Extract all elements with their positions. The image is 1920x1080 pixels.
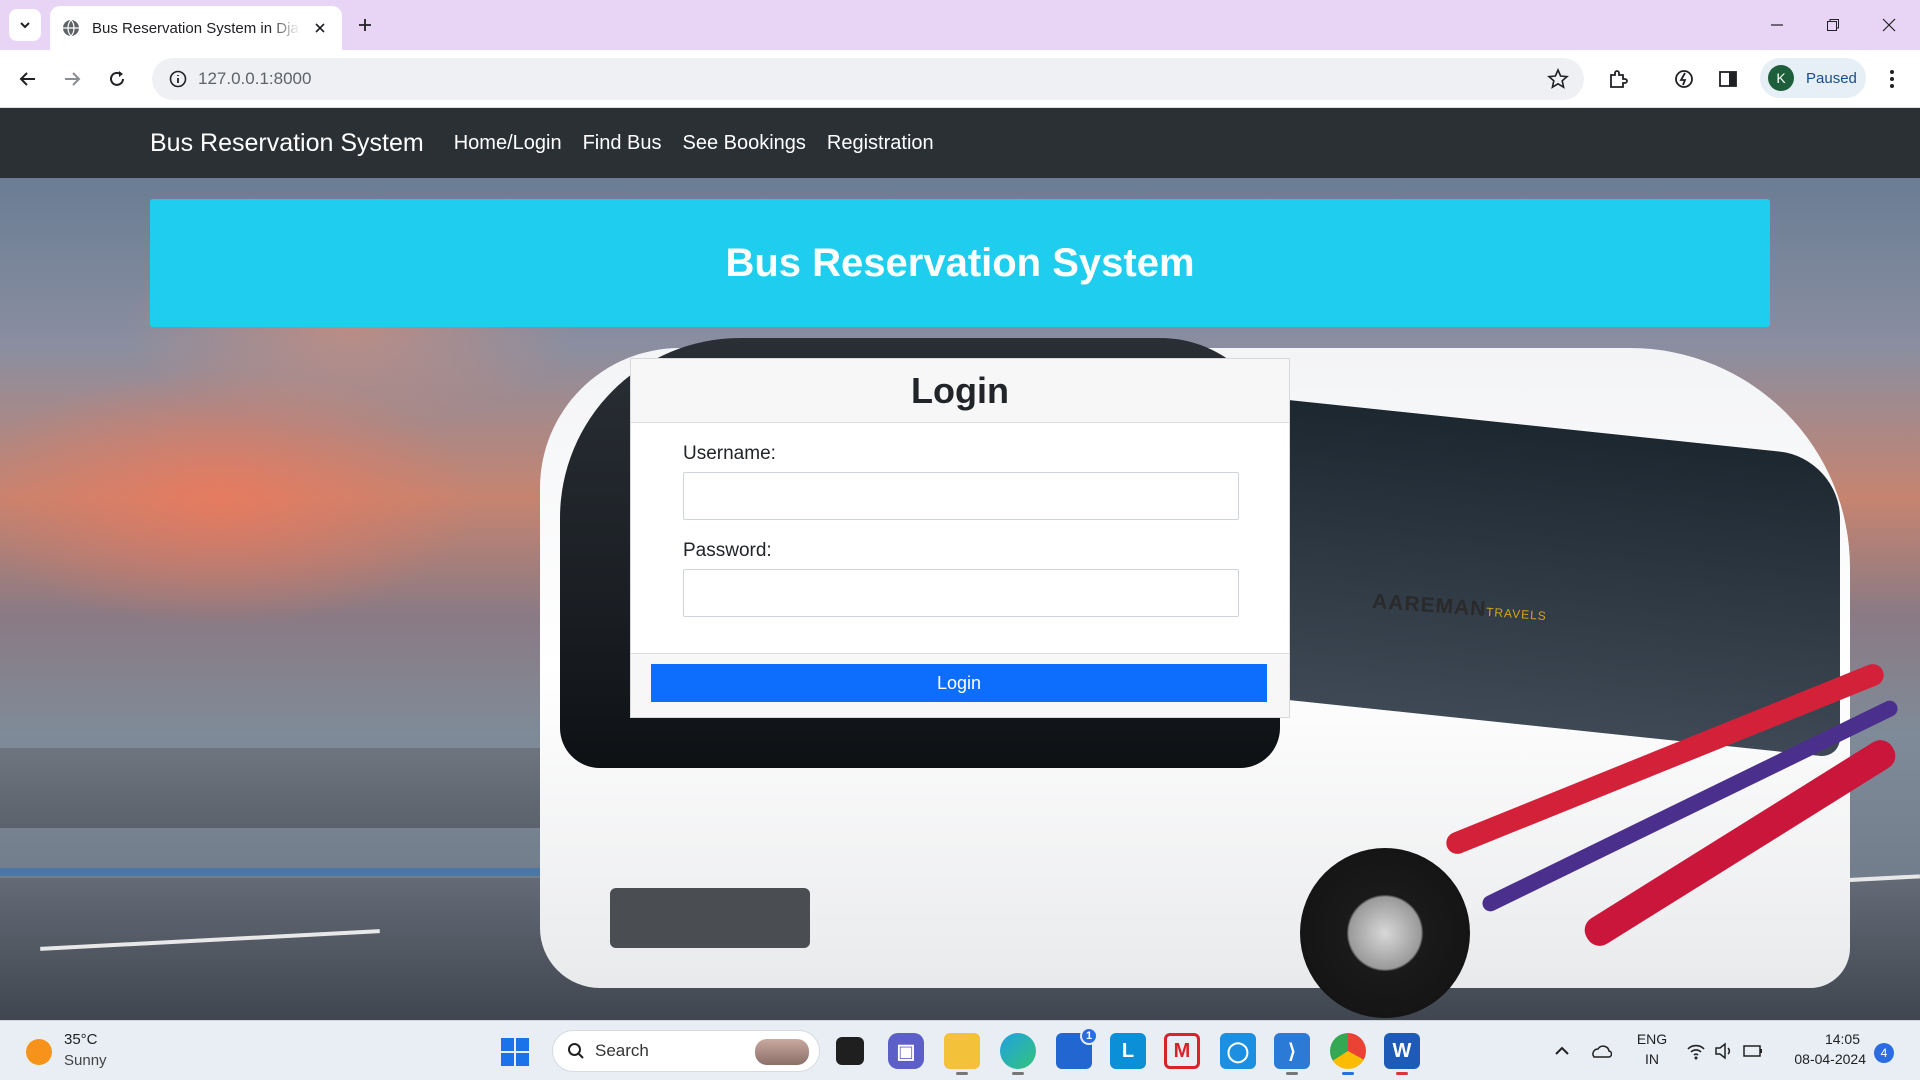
file-explorer-icon[interactable]	[944, 1033, 980, 1075]
teams-icon[interactable]: ▣	[888, 1033, 924, 1069]
performance-button[interactable]	[1668, 63, 1700, 95]
close-tab-button[interactable]	[310, 18, 330, 38]
site-info-icon[interactable]	[158, 59, 198, 99]
bus-wheel	[1300, 848, 1470, 1018]
edge-icon[interactable]	[1000, 1033, 1036, 1075]
reload-button[interactable]	[101, 63, 133, 95]
close-icon	[315, 23, 325, 33]
language-region[interactable]: IN	[1634, 1051, 1670, 1067]
restore-icon	[1827, 19, 1839, 31]
vscode-icon[interactable]: ⟩	[1274, 1033, 1310, 1075]
hero-title: Bus Reservation System	[725, 240, 1195, 285]
password-label: Password:	[683, 540, 772, 561]
close-icon	[1882, 18, 1896, 32]
back-button[interactable]	[12, 63, 44, 95]
browser-menu-button[interactable]	[1876, 63, 1908, 95]
arrow-left-icon	[19, 72, 35, 86]
mcafee-icon[interactable]: M	[1164, 1033, 1200, 1069]
tab-search-button[interactable]	[9, 9, 41, 41]
profile-status: Paused	[1806, 69, 1857, 87]
minimize-icon	[1771, 24, 1783, 26]
bookmark-star-icon[interactable]	[1546, 67, 1570, 91]
site-navbar: Bus Reservation System Home/Login Find B…	[0, 108, 1920, 178]
onedrive-icon[interactable]	[1590, 1041, 1612, 1061]
nav-link-see-bookings[interactable]: See Bookings	[683, 132, 806, 155]
tab-title: Bus Reservation System in Djan	[92, 19, 300, 37]
microsoft-store-icon[interactable]: 1	[1056, 1027, 1098, 1069]
nav-link-home-login[interactable]: Home/Login	[454, 132, 562, 155]
browser-tab[interactable]: Bus Reservation System in Djan	[50, 6, 342, 50]
search-highlight-image	[755, 1039, 809, 1065]
restore-button[interactable]	[1818, 10, 1848, 40]
login-card-footer: Login	[631, 653, 1289, 717]
windows-start-icon[interactable]	[500, 1037, 530, 1067]
browser-tab-strip: Bus Reservation System in Djan	[0, 0, 1920, 50]
volume-icon[interactable]	[1714, 1042, 1734, 1060]
windows-taskbar: 35°C Sunny Search ▣ 1 L M ◯ ⟩ W ENG IN 1…	[0, 1020, 1920, 1080]
guard-rail	[0, 868, 560, 876]
running-indicator	[956, 1072, 968, 1075]
globe-icon	[63, 19, 79, 37]
sun-icon[interactable]	[26, 1039, 52, 1065]
username-input[interactable]	[683, 472, 1239, 520]
bus-windows	[1270, 398, 1840, 758]
weather-description[interactable]: Sunny	[64, 1052, 107, 1069]
running-indicator	[1396, 1072, 1408, 1075]
profile-button[interactable]: K Paused	[1760, 58, 1866, 98]
city-skyline	[0, 748, 560, 828]
clock-time[interactable]: 14:05	[1780, 1031, 1860, 1047]
taskbar-search[interactable]: Search	[552, 1030, 820, 1072]
navbar-brand[interactable]: Bus Reservation System	[150, 129, 424, 158]
plus-icon	[359, 19, 371, 31]
running-indicator	[1012, 1072, 1024, 1075]
puzzle-icon	[1610, 70, 1628, 88]
arrow-right-icon	[65, 72, 81, 86]
forward-button[interactable]	[56, 63, 88, 95]
search-placeholder: Search	[595, 1041, 649, 1060]
page-viewport: AAREMANTRAVELS Bus Reservation System Ho…	[0, 108, 1920, 1020]
bus-logo-suffix: TRAVELS	[1485, 604, 1548, 624]
chrome-icon[interactable]	[1330, 1033, 1366, 1075]
running-indicator	[1286, 1072, 1298, 1075]
side-panel-button[interactable]	[1712, 63, 1744, 95]
login-button[interactable]: Login	[651, 664, 1267, 702]
word-icon[interactable]: W	[1384, 1033, 1420, 1075]
store-badge: 1	[1080, 1027, 1098, 1045]
side-panel-icon	[1719, 71, 1737, 87]
login-title: Login	[911, 369, 1009, 411]
extensions-button[interactable]	[1602, 63, 1634, 95]
wifi-icon[interactable]	[1686, 1042, 1706, 1060]
username-label: Username:	[683, 443, 776, 464]
chevron-down-icon	[20, 22, 30, 29]
new-tab-button[interactable]	[352, 12, 378, 38]
task-view-icon[interactable]	[836, 1037, 864, 1065]
weather-temperature[interactable]: 35°C	[64, 1031, 98, 1048]
address-bar[interactable]: 127.0.0.1:8000	[152, 58, 1584, 100]
gauge-icon	[1675, 70, 1693, 88]
bus-grille	[610, 888, 810, 948]
browser-toolbar: 127.0.0.1:8000 K Paused	[0, 50, 1920, 108]
app-icon[interactable]: ◯	[1220, 1033, 1256, 1069]
kebab-menu-icon	[1890, 70, 1894, 88]
nav-link-find-bus[interactable]: Find Bus	[583, 132, 662, 155]
reload-icon	[110, 71, 124, 86]
notification-badge[interactable]: 4	[1874, 1043, 1894, 1063]
url-text[interactable]: 127.0.0.1:8000	[198, 69, 311, 89]
nav-link-registration[interactable]: Registration	[827, 132, 934, 155]
login-card: Login Username: Password: Login	[630, 358, 1290, 718]
minimize-button[interactable]	[1762, 10, 1792, 40]
running-indicator	[1342, 1072, 1354, 1075]
clock-date[interactable]: 08-04-2024	[1780, 1051, 1866, 1067]
close-window-button[interactable]	[1874, 10, 1904, 40]
chevron-up-icon[interactable]	[1554, 1045, 1570, 1057]
login-card-header: Login	[631, 359, 1289, 423]
l-app-icon[interactable]: L	[1110, 1033, 1146, 1069]
avatar: K	[1768, 65, 1794, 91]
battery-icon[interactable]	[1742, 1042, 1764, 1060]
language-indicator[interactable]: ENG	[1634, 1031, 1670, 1047]
search-icon	[568, 1043, 584, 1059]
hero-banner: Bus Reservation System	[150, 199, 1770, 327]
password-input[interactable]	[683, 569, 1239, 617]
